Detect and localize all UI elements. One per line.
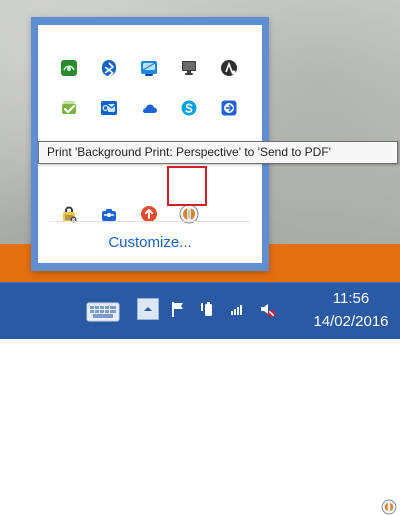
skype-icon[interactable] [178,97,200,119]
nvidia-icon[interactable] [58,57,80,79]
clock[interactable]: 11:56 14/02/2016 [306,290,396,332]
onedrive-icon[interactable] [138,97,160,119]
print-status-icon [381,499,397,515]
speaker-muted-icon [261,304,275,317]
outlook-icon[interactable] [98,97,120,119]
highlight-box [167,166,207,206]
network-button[interactable] [227,299,247,319]
action-center-button[interactable] [168,299,188,319]
customize-divider [50,221,250,222]
tooltip: Print 'Background Print: Perspective' to… [38,141,398,164]
touch-keyboard-button[interactable] [86,301,120,323]
volume-button[interactable] [257,299,277,319]
display-icon[interactable] [178,57,200,79]
tray-icon-grid [38,25,262,225]
network-manager-icon[interactable] [138,57,160,79]
power-button[interactable] [196,299,216,319]
battery-icon [201,302,212,316]
keyboard-icon [86,302,120,322]
hp-icon[interactable] [218,57,240,79]
clock-time: 11:56 [332,290,370,307]
security-check-icon[interactable] [58,97,80,119]
customize-link[interactable]: Customize... [38,234,262,251]
teamviewer-icon[interactable] [218,97,240,119]
signal-icon [231,305,242,315]
chevron-up-icon [144,307,152,311]
show-hidden-icons-button[interactable] [137,298,159,320]
taskbar: 11:56 14/02/2016 [0,282,400,339]
bluetooth-icon[interactable] [98,57,120,79]
clock-date: 14/02/2016 [313,313,389,330]
flag-icon [172,302,183,317]
